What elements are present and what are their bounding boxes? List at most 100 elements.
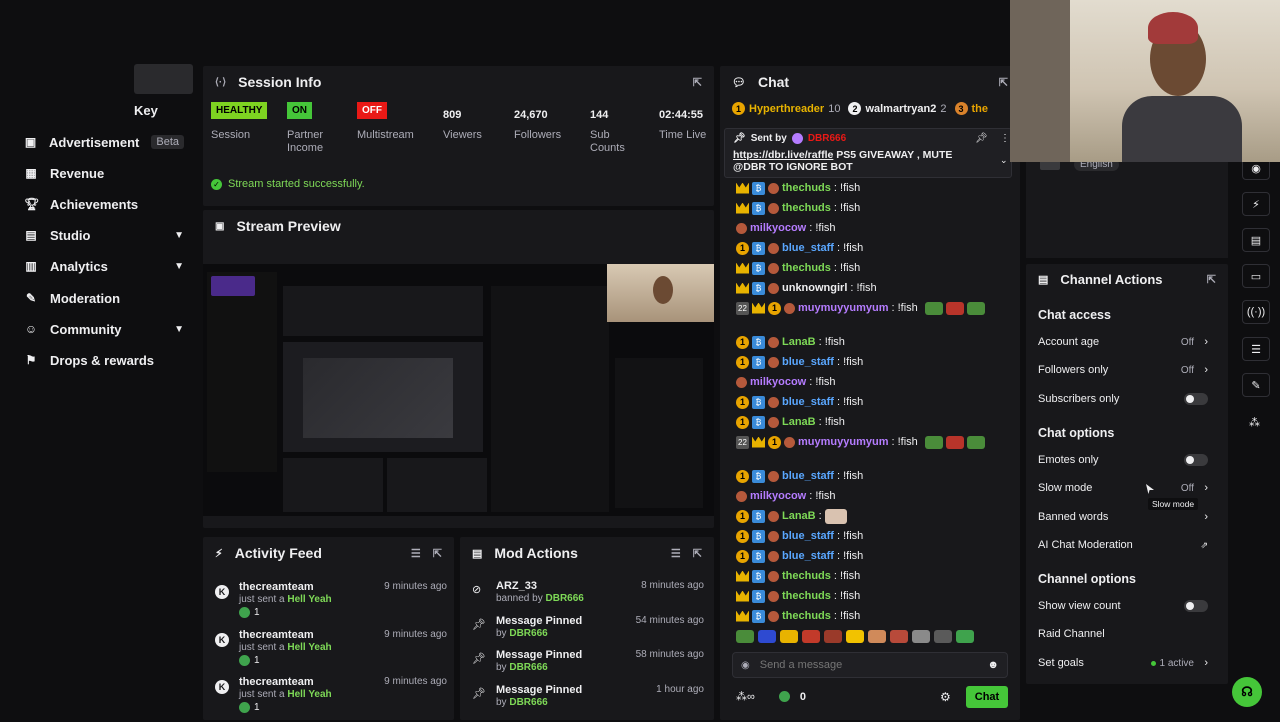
emote-icon[interactable]: [890, 630, 908, 643]
leader-item[interactable]: 3 the: [954, 102, 988, 115]
sidebar-item-analytics[interactable]: ▥ Analytics ▼: [24, 254, 184, 278]
stat-multistream: OFF Multistream: [357, 102, 414, 172]
wrench-icon[interactable]: ✎: [1242, 373, 1270, 397]
pin-icon[interactable]: 📌︎: [975, 133, 988, 144]
chat-username[interactable]: LanaB: [782, 336, 816, 348]
chat-text: : !fish: [818, 416, 845, 428]
document-icon[interactable]: ▤: [1242, 228, 1270, 252]
emote-icon[interactable]: [846, 630, 864, 643]
chat-username[interactable]: blue_staff: [782, 356, 834, 368]
sidebar-item-moderation[interactable]: ✎ Moderation: [24, 286, 184, 310]
chat-send-button[interactable]: Chat: [966, 686, 1008, 708]
mod-time: 54 minutes ago: [635, 615, 704, 626]
chat-input[interactable]: [759, 659, 978, 671]
users-icon[interactable]: ⁂: [1249, 416, 1260, 429]
broadcast-icon[interactable]: ((·)): [1242, 300, 1270, 324]
chat-username[interactable]: thechuds: [782, 570, 831, 582]
filter-icon[interactable]: ☰: [411, 547, 421, 560]
activity-time: 9 minutes ago: [384, 581, 447, 592]
emote-icon[interactable]: [934, 630, 952, 643]
chat-username[interactable]: thechuds: [782, 182, 831, 194]
popout-icon[interactable]: ⇱: [433, 547, 442, 560]
sidebar-item-drops-rewards[interactable]: ⚑ Drops & rewards: [24, 348, 184, 372]
sidebar-item-revenue[interactable]: ▦ Revenue: [24, 161, 184, 185]
filter-icon[interactable]: ☰: [671, 547, 681, 560]
avatar: [736, 490, 747, 502]
slow-mode-row[interactable]: Slow mode Off ›: [1038, 482, 1208, 494]
crown-icon: [736, 262, 749, 274]
popout-icon[interactable]: ⇱: [999, 76, 1008, 89]
emote-icon[interactable]: [780, 630, 798, 643]
popout-icon[interactable]: ⇱: [693, 76, 702, 89]
chat-username[interactable]: milkyocow: [750, 222, 806, 234]
followers-only-row[interactable]: Followers only Off ›: [1038, 364, 1208, 376]
chat-username[interactable]: LanaB: [782, 416, 816, 428]
emote-icon[interactable]: [824, 630, 842, 643]
subscribers-only-toggle[interactable]: [1184, 393, 1208, 405]
raid-channel-row[interactable]: Raid Channel: [1038, 628, 1208, 640]
chat-username[interactable]: muymuyyumyum: [798, 436, 888, 448]
popout-icon[interactable]: ⇱: [693, 547, 702, 560]
chat-username[interactable]: blue_staff: [782, 242, 834, 254]
chat-input-box[interactable]: ◉ ☻: [732, 652, 1008, 678]
popout-icon[interactable]: ⇱: [1207, 273, 1216, 286]
chat-username[interactable]: thechuds: [782, 590, 831, 602]
chevron-down-icon[interactable]: ⌄: [1000, 155, 1008, 166]
settings-gear-icon[interactable]: ⚙: [940, 690, 951, 704]
chat-username[interactable]: milkyocow: [750, 376, 806, 388]
emote-icon[interactable]: [868, 630, 886, 643]
chat-username[interactable]: milkyocow: [750, 490, 806, 502]
more-icon[interactable]: ⋮: [1000, 133, 1010, 144]
chat-username[interactable]: thechuds: [782, 262, 831, 274]
preview-left-nav: [207, 272, 277, 472]
emoji-icon[interactable]: ☻: [987, 659, 999, 671]
sidebar-item-advertisement[interactable]: ▣ Advertisement Beta: [24, 130, 184, 154]
gift-icon: 1: [736, 335, 749, 349]
raffle-link[interactable]: https://dbr.live/raffle: [733, 149, 833, 161]
chat-username[interactable]: blue_staff: [782, 530, 834, 542]
stat-time-live: 02:44:55 Time Live: [659, 102, 707, 172]
chat-text: : !fish: [833, 590, 861, 602]
emote-icon[interactable]: [912, 630, 930, 643]
chat-text: : !fish: [833, 570, 861, 582]
chat-username[interactable]: LanaB: [782, 510, 816, 522]
emote-icon[interactable]: [802, 630, 820, 643]
gem-icon: [239, 655, 250, 666]
nav-label: Studio: [50, 227, 91, 243]
mod-time: 58 minutes ago: [635, 649, 704, 660]
sidebar-item-key[interactable]: Key: [134, 98, 194, 122]
support-headset-icon[interactable]: ☊: [1232, 677, 1262, 707]
chat-message: ₿ thechuds: !fish: [736, 200, 860, 216]
chat-username[interactable]: thechuds: [782, 202, 831, 214]
emote-icon[interactable]: [758, 630, 776, 643]
leader-item[interactable]: 1 Hyperthreader 10: [732, 102, 840, 115]
show-view-count-toggle[interactable]: [1184, 600, 1208, 612]
chat-username[interactable]: muymuyyumyum: [798, 302, 888, 314]
chat-icon[interactable]: ▭: [1242, 264, 1270, 288]
ai-chat-moderation-row[interactable]: AI Chat Moderation ⇗: [1038, 539, 1208, 551]
sidebar-item-achievements[interactable]: 🏆︎ Achievements: [24, 192, 184, 216]
list-icon[interactable]: ☰: [1242, 337, 1270, 361]
chat-username[interactable]: thechuds: [782, 610, 831, 622]
chat-username[interactable]: blue_staff: [782, 470, 834, 482]
emote-icon[interactable]: [736, 630, 754, 643]
webcam-door: [1010, 0, 1070, 162]
chat-text: : !fish: [836, 396, 864, 408]
banned-words-row[interactable]: Banned words ›: [1038, 511, 1208, 523]
leader-item[interactable]: 2 walmartryan2 2: [848, 102, 947, 115]
emotes-only-toggle[interactable]: [1184, 454, 1208, 466]
sidebar-item-studio[interactable]: ▤ Studio ▼: [24, 223, 184, 247]
mod-detail: by DBR666: [496, 697, 548, 708]
chat-username[interactable]: blue_staff: [782, 396, 834, 408]
mod-detail: by DBR666: [496, 662, 548, 673]
users-icon[interactable]: ⁂∞: [736, 690, 755, 703]
emote-icon[interactable]: [956, 630, 974, 643]
sidebar-item-community[interactable]: ☺ Community ▼: [24, 317, 184, 341]
chat-username[interactable]: unknowngirl: [782, 282, 847, 294]
set-goals-row[interactable]: Set goals 1 active ›: [1038, 657, 1208, 669]
bolt-icon[interactable]: ⚡︎: [1242, 192, 1270, 216]
account-age-row[interactable]: Account age Off ›: [1038, 336, 1208, 348]
chat-username[interactable]: blue_staff: [782, 550, 834, 562]
stream-video[interactable]: [203, 264, 714, 516]
stat-label: Viewers: [443, 129, 482, 141]
